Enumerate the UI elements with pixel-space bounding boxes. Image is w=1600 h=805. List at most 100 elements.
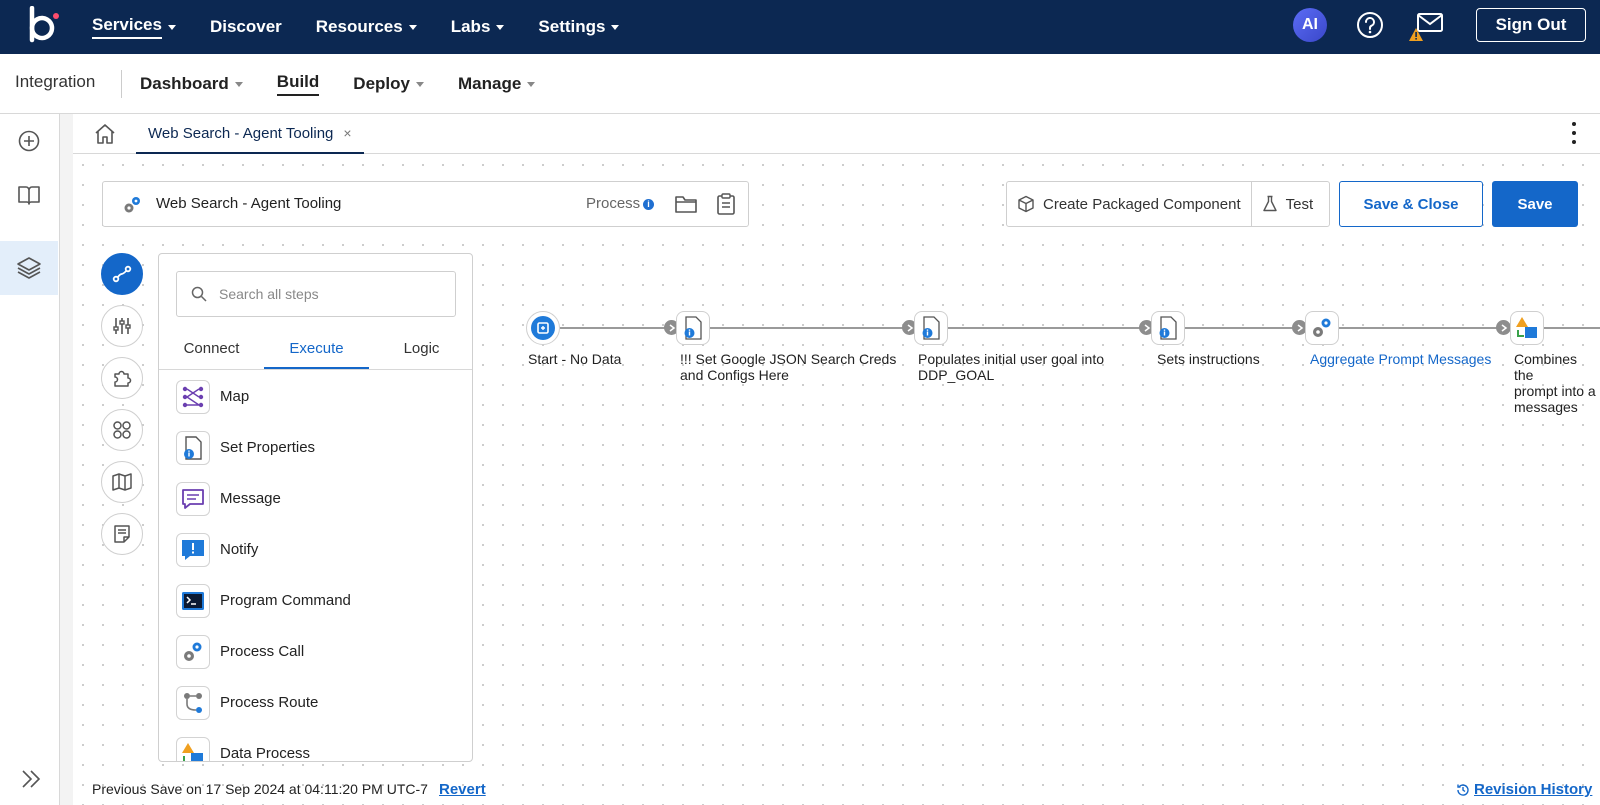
chevron-down-icon <box>496 24 505 30</box>
step-process-call[interactable]: Process Call <box>159 626 472 677</box>
process-type: Process <box>586 195 641 212</box>
nav-dashboard[interactable]: Dashboard <box>140 74 243 94</box>
flow-step-label: Populates initial user goal into DDP_GOAL <box>918 351 1105 383</box>
flow-step-label: !!! Set Google JSON Search Creds and Conf… <box>680 351 897 383</box>
flow-step-set-properties-3[interactable] <box>1151 311 1185 345</box>
set-properties-icon <box>684 316 702 340</box>
set-properties-icon <box>922 316 940 340</box>
close-icon[interactable]: × <box>343 125 351 141</box>
flow-step-link[interactable]: Aggregate Prompt Messages <box>1310 351 1491 367</box>
chevron-down-icon <box>234 81 243 87</box>
nav-discover[interactable]: Discover <box>210 17 282 37</box>
tab-connect[interactable]: Connect <box>159 330 264 369</box>
notes-button[interactable] <box>101 513 143 555</box>
components-panel-button[interactable] <box>101 409 143 451</box>
process-gears-icon <box>124 197 140 213</box>
flow-step-label: Combines the prompt into a messages <box>1514 351 1596 415</box>
chevron-down-icon <box>415 81 424 87</box>
step-map[interactable]: Map <box>159 371 472 422</box>
process-options-button[interactable] <box>101 305 143 347</box>
data-process-icon <box>176 736 210 761</box>
test-button[interactable]: Test <box>1250 182 1324 226</box>
nav-deploy[interactable]: Deploy <box>353 74 424 94</box>
message-icon <box>176 481 210 516</box>
tab-bar: Web Search - Agent Tooling × <box>73 114 1600 154</box>
help-icon[interactable] <box>1355 10 1385 40</box>
info-icon[interactable]: i <box>643 199 654 210</box>
flow-step-data-process[interactable] <box>1510 311 1544 345</box>
action-button-group: Create Packaged Component Test <box>1006 181 1330 227</box>
connector-path-icon <box>112 265 132 283</box>
step-program-command[interactable]: Program Command <box>159 575 472 626</box>
puzzle-piece-icon <box>114 370 132 387</box>
step-data-process[interactable]: Data Process <box>159 728 472 761</box>
sign-out-button[interactable]: Sign Out <box>1476 8 1586 42</box>
search-steps-field[interactable] <box>176 271 456 317</box>
ai-assistant-button[interactable]: AI <box>1293 8 1327 42</box>
search-icon <box>191 286 207 302</box>
clipboard-icon[interactable] <box>715 192 737 216</box>
create-packaged-component-button[interactable]: Create Packaged Component <box>1007 182 1251 226</box>
notify-icon <box>176 532 210 567</box>
map-icon <box>112 473 132 491</box>
chevron-down-icon <box>408 24 417 30</box>
expand-sidebar-icon[interactable] <box>20 766 42 792</box>
nav-manage[interactable]: Manage <box>458 74 536 94</box>
step-process-route[interactable]: Process Route <box>159 677 472 728</box>
map-view-button[interactable] <box>101 461 143 503</box>
step-message[interactable]: Message <box>159 473 472 524</box>
save-button[interactable]: Save <box>1492 181 1578 227</box>
process-header: Web Search - Agent Tooling Process i <box>102 181 749 227</box>
documentation-button[interactable] <box>0 168 58 222</box>
boomi-logo-icon[interactable] <box>26 6 62 46</box>
package-icon <box>1018 195 1034 213</box>
sliders-icon <box>113 318 131 334</box>
notifications-mail-icon[interactable] <box>1408 10 1444 44</box>
nav-resources[interactable]: Resources <box>316 17 417 37</box>
top-navigation-bar: Services Discover Resources Labs Setting… <box>0 0 1600 54</box>
layers-icon <box>17 257 41 279</box>
primary-nav: Services Discover Resources Labs Setting… <box>92 0 620 54</box>
chevron-down-icon <box>167 24 176 30</box>
grid-circles-icon <box>113 421 131 439</box>
connector-arrow-icon <box>1496 320 1511 335</box>
secondary-nav: Dashboard Build Deploy Manage <box>140 54 536 114</box>
palette-tabs: Connect Execute Logic <box>159 330 472 370</box>
tab-web-search-agent-tooling[interactable]: Web Search - Agent Tooling × <box>136 114 364 154</box>
tab-execute[interactable]: Execute <box>264 330 369 369</box>
nav-settings[interactable]: Settings <box>538 17 620 37</box>
set-properties-icon <box>1159 316 1177 340</box>
search-steps-input[interactable] <box>219 286 439 302</box>
nav-labs[interactable]: Labs <box>451 17 505 37</box>
nav-build[interactable]: Build <box>276 72 320 96</box>
flow-step-set-properties-1[interactable] <box>676 311 710 345</box>
save-and-close-button[interactable]: Save & Close <box>1339 181 1483 227</box>
start-icon <box>531 316 555 340</box>
set-properties-icon <box>176 430 210 465</box>
step-notify[interactable]: Notify <box>159 524 472 575</box>
nav-services[interactable]: Services <box>92 15 176 39</box>
tab-label: Web Search - Agent Tooling <box>148 124 334 142</box>
flow-step-process-call[interactable] <box>1305 311 1339 345</box>
revert-link[interactable]: Revert <box>439 781 486 798</box>
components-button[interactable] <box>0 241 58 295</box>
flow-step-label: Sets instructions <box>1157 351 1260 367</box>
extensions-button[interactable] <box>101 357 143 399</box>
create-new-button[interactable] <box>0 114 58 168</box>
process-route-icon <box>176 685 210 720</box>
chevron-down-icon <box>527 81 536 87</box>
process-name[interactable]: Web Search - Agent Tooling <box>156 195 341 212</box>
shapes-palette-toggle[interactable] <box>101 253 143 295</box>
program-command-icon <box>176 583 210 618</box>
revision-history-link[interactable]: Revision History <box>1456 781 1592 798</box>
step-set-properties[interactable]: Set Properties <box>159 422 472 473</box>
folder-icon[interactable] <box>674 193 698 215</box>
note-icon <box>114 525 130 543</box>
divider <box>121 70 122 98</box>
more-options-icon[interactable] <box>1570 120 1578 146</box>
flow-step-start[interactable] <box>526 311 560 345</box>
flow-step-label: Start - No Data <box>528 351 622 367</box>
flow-step-set-properties-2[interactable] <box>914 311 948 345</box>
home-icon[interactable] <box>93 122 117 146</box>
tab-logic[interactable]: Logic <box>369 330 472 369</box>
